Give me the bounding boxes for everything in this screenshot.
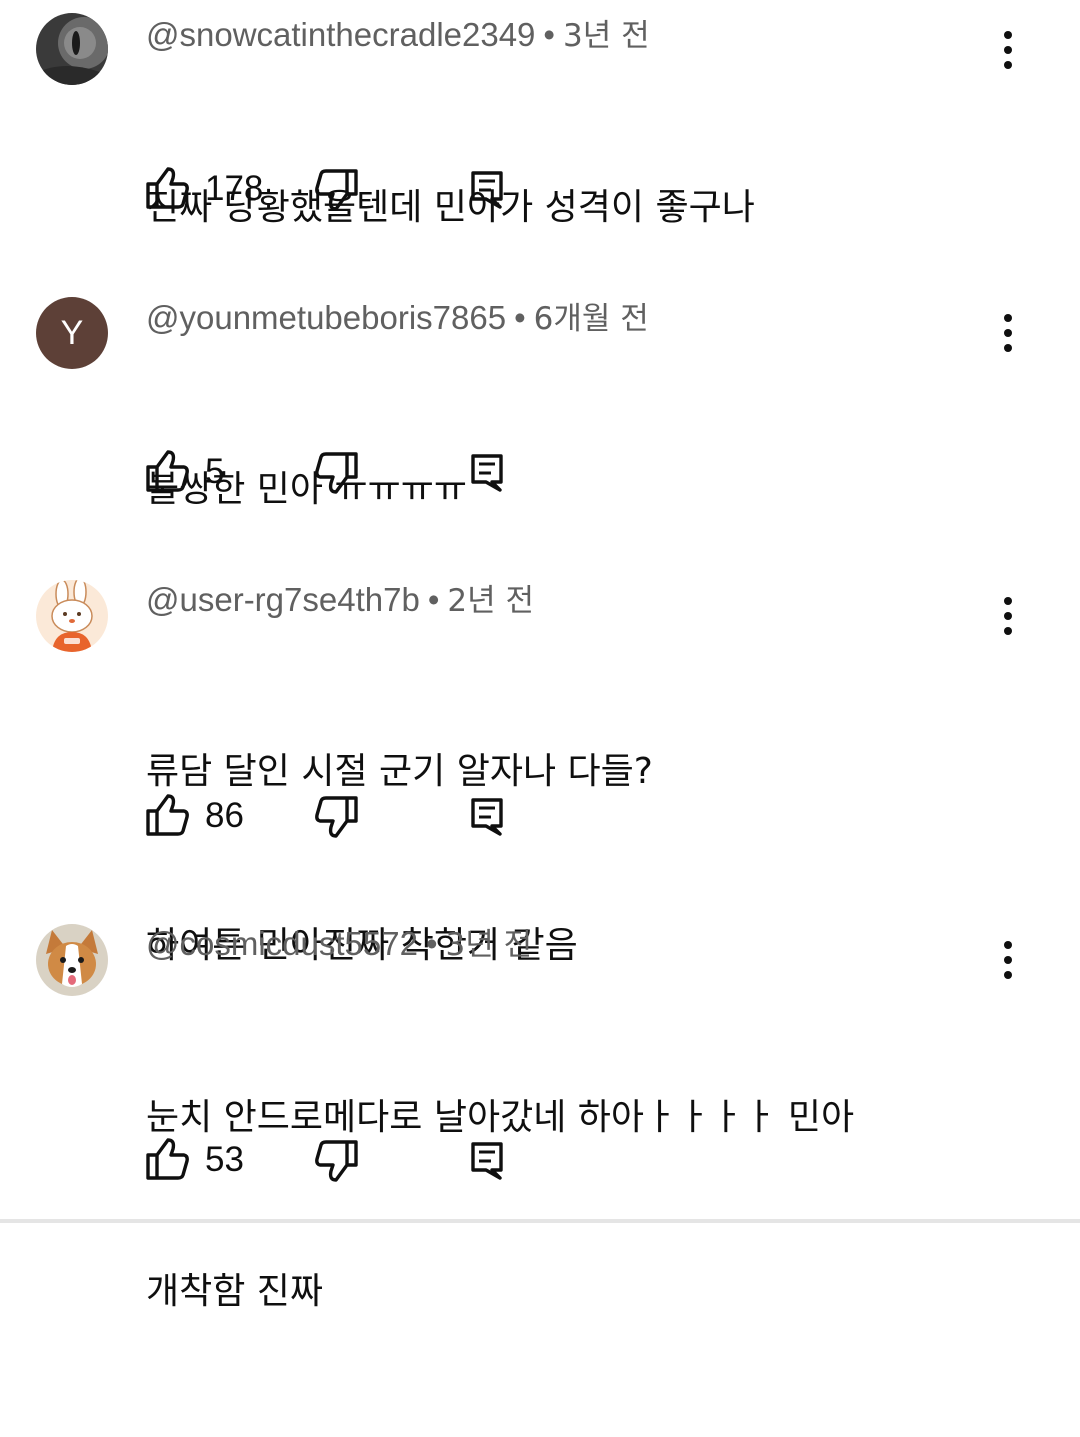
more-vertical-icon bbox=[1004, 941, 1012, 979]
comment-meta: @snowcatinthecradle2349 • 3년 전 bbox=[146, 13, 650, 57]
comment-time[interactable]: 6개월 전 bbox=[534, 301, 649, 337]
comment-actions: 5 bbox=[0, 444, 1080, 500]
meta-separator: • bbox=[427, 581, 440, 618]
corgi-photo-avatar bbox=[36, 924, 108, 996]
bottom-divider bbox=[0, 1219, 1080, 1223]
more-vertical-icon bbox=[1004, 31, 1012, 69]
comment-actions: 53 bbox=[0, 1132, 1080, 1188]
like-count: 53 bbox=[205, 1140, 244, 1179]
cat-photo-avatar bbox=[36, 13, 108, 85]
reply-button[interactable] bbox=[462, 788, 512, 844]
dislike-button[interactable] bbox=[310, 161, 362, 217]
like-count: 86 bbox=[205, 796, 244, 835]
more-vertical-icon bbox=[1004, 597, 1012, 635]
comment-menu-button[interactable] bbox=[988, 592, 1028, 640]
reply-button[interactable] bbox=[462, 1132, 512, 1188]
comment-actions: 86 bbox=[0, 788, 1080, 844]
thumb-down-icon bbox=[315, 169, 358, 211]
comment-menu-button[interactable] bbox=[988, 936, 1028, 984]
reply-icon bbox=[471, 1142, 503, 1180]
reply-button[interactable] bbox=[462, 161, 512, 217]
comment-meta: @user-rg7se4th7b • 2년 전 bbox=[146, 578, 534, 622]
like-button[interactable] bbox=[142, 444, 192, 500]
avatar[interactable] bbox=[36, 924, 108, 996]
more-vertical-icon bbox=[1004, 314, 1012, 352]
meta-separator: • bbox=[425, 925, 438, 962]
thumb-up-icon bbox=[146, 1138, 189, 1180]
thumb-down-icon bbox=[315, 452, 358, 494]
like-button[interactable] bbox=[142, 161, 192, 217]
comment-author[interactable]: @user-rg7se4th7b bbox=[146, 581, 420, 618]
rabbit-illustration-avatar bbox=[36, 580, 108, 652]
comment-item: Y @younmetubeboris7865 • 6개월 전 불쌍한 민아 ㅠㅠㅠㅠ… bbox=[0, 296, 1080, 526]
like-count: 178 bbox=[205, 169, 264, 208]
comment-time[interactable]: 2년 전 bbox=[447, 583, 534, 619]
comment-time[interactable]: 3년 전 bbox=[446, 927, 533, 963]
avatar[interactable] bbox=[36, 13, 108, 85]
thumb-up-icon bbox=[146, 167, 189, 209]
dislike-button[interactable] bbox=[310, 444, 362, 500]
comment-text: 눈치 안드로메다로 날아갔네 하아ㅏㅏㅏㅏ 민아 개착함 진짜 bbox=[146, 973, 854, 1437]
thumb-up-icon bbox=[146, 794, 189, 836]
comment-author[interactable]: @cosmicdust5572 bbox=[146, 925, 418, 962]
like-count: 5 bbox=[205, 452, 225, 491]
dislike-button[interactable] bbox=[310, 1132, 362, 1188]
avatar[interactable] bbox=[36, 580, 108, 652]
comment-time[interactable]: 3년 전 bbox=[563, 18, 650, 54]
comment-meta: @younmetubeboris7865 • 6개월 전 bbox=[146, 296, 649, 340]
comment-menu-button[interactable] bbox=[988, 309, 1028, 357]
comment-author[interactable]: @snowcatinthecradle2349 bbox=[146, 16, 535, 53]
meta-separator: • bbox=[514, 299, 526, 336]
meta-separator: • bbox=[543, 16, 555, 53]
thumb-down-icon bbox=[315, 796, 358, 838]
reply-icon bbox=[471, 171, 503, 209]
comment-item: @user-rg7se4th7b • 2년 전 류담 달인 시절 군기 알자나 다들… bbox=[0, 578, 1080, 966]
dislike-button[interactable] bbox=[310, 788, 362, 844]
like-button[interactable] bbox=[142, 1132, 192, 1188]
comment-item: @cosmicdust5572 • 3년 전 눈치 안드로메다로 날아갔네 하아ㅏㅏ… bbox=[0, 922, 1080, 1312]
avatar[interactable]: Y bbox=[36, 297, 108, 369]
comment-meta: @cosmicdust5572 • 3년 전 bbox=[146, 922, 532, 966]
comment-text-line: 개착함 진짜 bbox=[146, 1271, 324, 1312]
thumb-down-icon bbox=[315, 1140, 358, 1182]
reply-icon bbox=[471, 798, 503, 836]
thumb-up-icon bbox=[146, 450, 189, 492]
like-button[interactable] bbox=[142, 788, 192, 844]
reply-button[interactable] bbox=[462, 444, 512, 500]
comment-actions: 178 bbox=[0, 161, 1080, 217]
comment-menu-button[interactable] bbox=[988, 26, 1028, 74]
reply-icon bbox=[471, 454, 503, 492]
comment-author[interactable]: @younmetubeboris7865 bbox=[146, 299, 506, 336]
comment-item: @snowcatinthecradle2349 • 3년 전 진짜 당황했을텐데 민… bbox=[0, 0, 1080, 230]
